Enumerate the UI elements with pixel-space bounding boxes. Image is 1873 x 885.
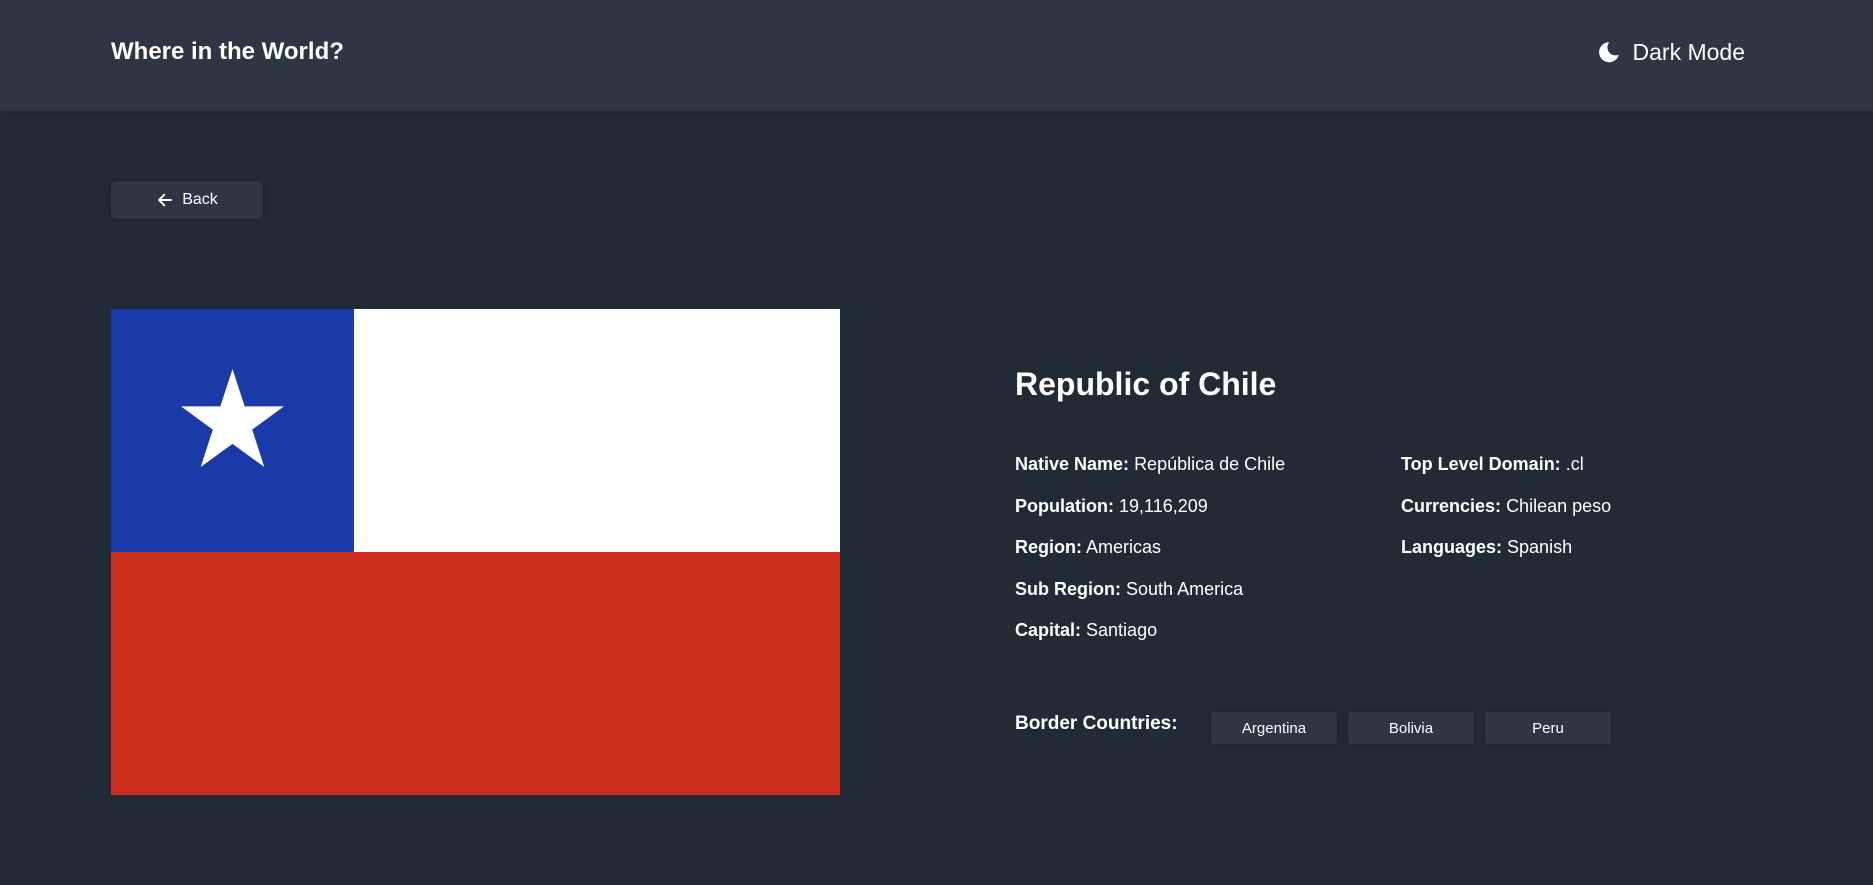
detail-value: Americas — [1086, 537, 1162, 557]
detail-key: Capital: — [1015, 620, 1082, 640]
dark-mode-toggle[interactable]: Dark Mode — [1597, 36, 1745, 68]
detail-top-level-domain: Top Level Domain: .cl — [1401, 452, 1611, 494]
border-country-button[interactable]: Bolivia — [1348, 712, 1474, 744]
country-name: Republic of Chile — [1015, 366, 1277, 402]
detail-currencies: Currencies: Chilean peso — [1401, 494, 1611, 536]
flag-red-band — [111, 552, 840, 795]
detail-value: Spanish — [1507, 537, 1573, 557]
border-countries-label: Border Countries: — [1015, 713, 1178, 734]
detail-capital: Capital: Santiago — [1015, 618, 1285, 660]
detail-key: Sub Region: — [1015, 578, 1121, 599]
detail-region: Region: Americas — [1015, 535, 1285, 577]
border-country-button[interactable]: Peru — [1485, 712, 1611, 744]
details-secondary: Top Level Domain: .cl Currencies: Chilea… — [1401, 452, 1611, 577]
details-primary: Native Name: República de Chile Populati… — [1015, 452, 1285, 660]
detail-value: República de Chile — [1134, 454, 1286, 474]
detail-value: 19,116,209 — [1119, 495, 1208, 516]
detail-population: Population: 19,116,209 — [1015, 494, 1285, 536]
arrow-left-icon — [156, 191, 174, 209]
detail-key: Population: — [1015, 495, 1114, 516]
detail-key: Native Name: — [1015, 454, 1130, 474]
app-header: Where in the World? Dark Mode — [0, 0, 1873, 111]
detail-languages: Languages: Spanish — [1401, 535, 1611, 577]
detail-value: .cl — [1565, 454, 1584, 474]
detail-value: South America — [1126, 578, 1244, 599]
detail-value: Chilean peso — [1506, 495, 1612, 516]
app-title: Where in the World? — [111, 38, 344, 65]
moon-icon — [1597, 40, 1621, 64]
border-country-button[interactable]: Argentina — [1211, 712, 1337, 744]
dark-mode-label: Dark Mode — [1632, 38, 1745, 65]
detail-key: Currencies: — [1401, 495, 1502, 516]
country-flag — [111, 309, 840, 795]
detail-key: Region: — [1015, 537, 1082, 557]
back-button[interactable]: Back — [111, 181, 263, 219]
detail-key: Languages: — [1401, 537, 1503, 557]
detail-value: Santiago — [1086, 620, 1158, 640]
detail-native-name: Native Name: República de Chile — [1015, 452, 1285, 494]
detail-sub-region: Sub Region: South America — [1015, 577, 1285, 619]
back-label: Back — [182, 191, 218, 208]
detail-key: Top Level Domain: — [1401, 454, 1561, 474]
border-countries-list: Argentina Bolivia Peru — [1211, 712, 1611, 744]
